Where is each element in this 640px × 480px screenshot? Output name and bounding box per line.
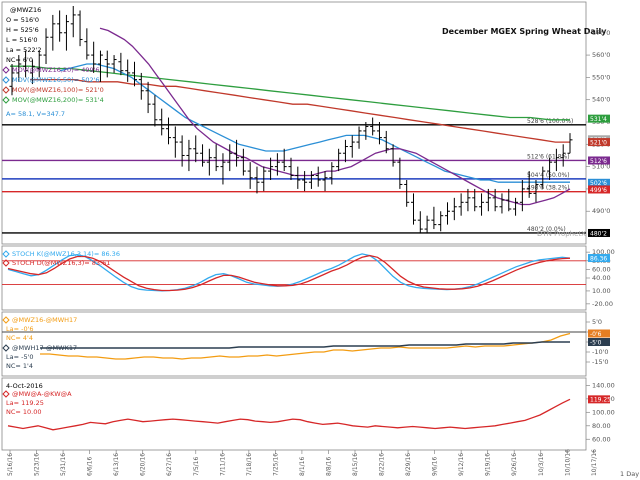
- chart-canvas: December MGEX Spring Wheat Daily 528'6 (…: [0, 0, 640, 480]
- ratio-legend-entry: La= 119.25: [6, 399, 44, 407]
- extra-legend: A= 58.1, V=347.7: [6, 110, 65, 118]
- date-tick-label: 10/10/16: [564, 449, 571, 476]
- ratio-legend-entry: NC= 10.00: [6, 408, 42, 416]
- date-tick-label: 6/13/16: [113, 453, 120, 476]
- retracement-label: 504'4 (50.0%): [527, 172, 570, 179]
- date-tick-label: 7/18/16: [246, 453, 253, 476]
- date-tick-label: 8/15/16: [352, 453, 359, 476]
- ma-legend-entry: MOV(@MWZ16,20)= 499'6: [12, 66, 100, 74]
- ratio-date: 4-Oct-2016: [6, 382, 43, 390]
- chart-title: December MGEX Spring Wheat Daily: [442, 27, 607, 36]
- spread-legend-entry: La= -0'6: [6, 325, 34, 333]
- date-tick-label: 5/23/16: [34, 453, 41, 476]
- ma-legend-entry: MOV(@MWZ16,50)= 502'6: [12, 76, 100, 84]
- stoch-legend-entry: STOCH D(@MWZ16,3)= 83.61: [12, 259, 110, 267]
- spread-legend-entry: @MWH17-@MWK17: [12, 344, 77, 352]
- price-value-tag-label: 521'0: [590, 139, 607, 146]
- ratio-value-tag-label: 119.25: [590, 397, 611, 404]
- date-tick-label: 8/22/16: [379, 453, 386, 476]
- stoch-axis-tick-label: 40.00: [592, 274, 611, 282]
- retracement-label: 528'6 (100.0%): [527, 118, 573, 125]
- price-axis-tick-label: 570'0: [592, 29, 610, 37]
- date-tick-label: 8/29/16: [405, 453, 412, 476]
- price-axis-tick-label: 490'0: [592, 207, 610, 215]
- ratio-axis-tick-label: 140.00: [592, 381, 615, 389]
- date-tick-label: 7/25/16: [272, 453, 279, 476]
- ratio-axis-tick-label: 60.00: [592, 435, 611, 443]
- date-tick-label: 9/12/16: [458, 453, 465, 476]
- spread-axis-tick-label: -15'0: [592, 358, 609, 366]
- date-tick-label: 7/5/16: [193, 457, 200, 476]
- date-tick-label: 9/26/16: [511, 453, 518, 476]
- last-readout: La = 522'2: [6, 46, 42, 54]
- price-axis-tick-label: 550'0: [592, 73, 610, 81]
- watermark: DTN ProphetX: [537, 230, 586, 238]
- stoch-value-tag-label: 86.36: [590, 255, 607, 262]
- price-axis-tick-label: 540'0: [592, 96, 610, 104]
- open-readout: O = 516'0: [6, 16, 39, 24]
- price-value-tag-label: 480'2: [590, 230, 607, 237]
- date-tick-label: 8/1/16: [299, 457, 306, 476]
- date-tick-label: 5/16/16: [7, 453, 14, 476]
- ratio-legend-entry: @MW@A-@KW@A: [12, 390, 72, 398]
- date-tick-label: 6/6/16: [87, 457, 94, 476]
- spread-axis-tick-label: -10'0: [592, 348, 609, 356]
- price-axis-tick-label: 560'0: [592, 51, 610, 59]
- spread-legend-entry: @MWZ16-@MWH17: [12, 316, 77, 324]
- spread-legend-entry: NC= 4'4: [6, 334, 33, 342]
- ratio-axis-tick-label: 80.00: [592, 422, 611, 430]
- stoch-legend-entry: STOCH K(@MWZ16,3,14)= 86.36: [12, 250, 120, 258]
- spread-legend-entry: NC= 1'4: [6, 362, 33, 370]
- stoch-axis-tick-label: 60.00: [592, 265, 611, 273]
- price-value-tag-label: 531'4: [590, 116, 607, 123]
- ma-legend-entry: MOV(@MWZ16,200)= 531'4: [12, 96, 104, 104]
- stoch-axis-tick-label: 10.00: [592, 287, 611, 295]
- spread-legend-entry: La= -5'0: [6, 353, 34, 361]
- date-tick-label: 5/31/16: [60, 453, 67, 476]
- date-tick-label: 9/19/16: [485, 453, 492, 476]
- date-tick-label: 8/8/16: [325, 457, 332, 476]
- date-tick-label: 6/20/16: [140, 453, 147, 476]
- date-tick-label: 6/27/16: [166, 453, 173, 476]
- date-tick-label: 7/11/16: [219, 453, 226, 476]
- ratio-axis-tick-label: 100.00: [592, 408, 615, 416]
- price-value-tag-label: 512'6: [590, 158, 607, 165]
- spread-value-tag-label: -5'0: [590, 339, 602, 346]
- spread-value-tag-label: -0'6: [590, 331, 602, 338]
- price-value-tag-label: 499'6: [590, 187, 607, 194]
- date-tick-label: 9/6/16: [432, 457, 439, 476]
- low-readout: L = 516'0: [6, 36, 38, 44]
- symbol-label: @MWZ16: [10, 6, 41, 14]
- spread-axis-tick-label: 5'0: [592, 318, 602, 326]
- high-readout: H = 525'6: [6, 26, 39, 34]
- date-tick-label: 10/17/16: [591, 449, 598, 476]
- net-change-readout: NC= 6'0: [6, 56, 33, 64]
- date-tick-label: 10/3/16: [538, 453, 545, 476]
- period-label: 1 Day: [620, 470, 639, 478]
- stoch-axis-tick-label: -20.00: [592, 300, 613, 308]
- ma-legend-entry: MOV(@MWZ16,100)= 521'0: [12, 86, 104, 94]
- retracement-label: 498'6 (38.2%): [527, 185, 570, 192]
